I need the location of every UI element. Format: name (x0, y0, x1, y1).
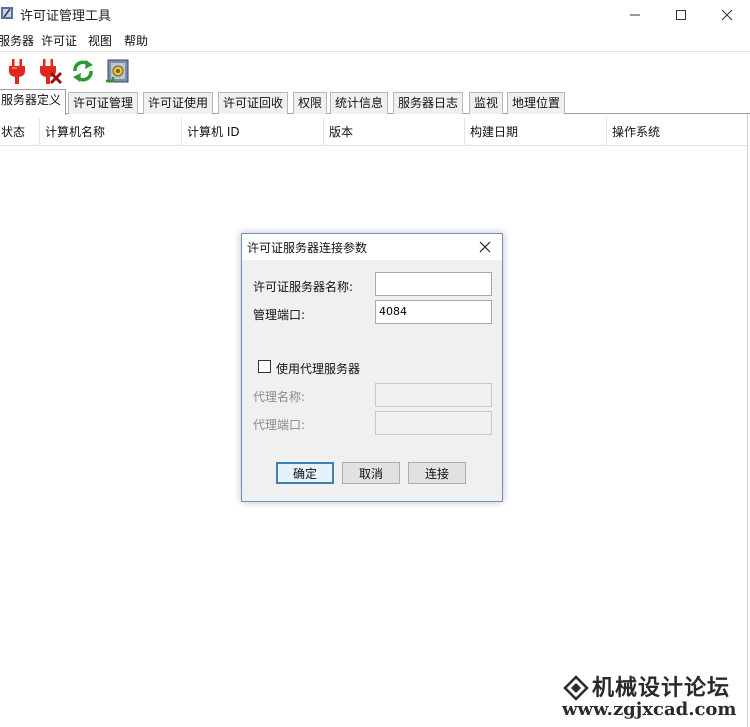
dialog-title-bar: 许可证服务器连接参数 (242, 234, 502, 260)
tab-license-recovery[interactable]: 许可证回收 (218, 92, 289, 114)
maximize-icon (676, 9, 686, 20)
connect-button[interactable] (2, 56, 32, 86)
refresh-icon (73, 60, 93, 82)
disconnect-plug-icon (40, 59, 63, 85)
tab-permissions[interactable]: 权限 (293, 92, 328, 114)
column-computer-name[interactable]: 计算机名称 (40, 118, 182, 146)
dialog-title: 许可证服务器连接参数 (247, 241, 368, 255)
proxy-port-label: 代理端口: (253, 418, 306, 432)
minimize-button[interactable] (612, 0, 658, 29)
column-build-date[interactable]: 构建日期 (465, 118, 607, 146)
port-input[interactable]: 4084 (375, 300, 492, 324)
tab-geo-location[interactable]: 地理位置 (507, 92, 566, 114)
proxy-name-input[interactable] (375, 383, 492, 407)
maximize-button[interactable] (658, 0, 704, 29)
tab-strip: 服务器定义 许可证管理 许可证使用 许可证回收 权限 统计信息 服务器日志 监视… (0, 89, 750, 115)
server-settings-button[interactable] (103, 56, 133, 86)
minimize-icon (630, 14, 640, 15)
column-status[interactable]: 状态 (0, 118, 40, 146)
proxy-name-label: 代理名称: (253, 390, 306, 404)
port-label: 管理端口: (253, 308, 306, 322)
use-proxy-label[interactable]: 使用代理服务器 (276, 360, 360, 377)
tab-server-log[interactable]: 服务器日志 (393, 92, 464, 114)
close-icon (479, 241, 491, 253)
column-computer-id[interactable]: 计算机 ID (182, 118, 324, 146)
window-title: 许可证管理工具 (20, 9, 112, 24)
menu-bar: 服务器 许可证 视图 帮助 (0, 29, 750, 51)
cancel-button[interactable]: 取消 (342, 462, 400, 484)
menu-license[interactable]: 许可证 (41, 32, 77, 49)
tab-license-management[interactable]: 许可证管理 (68, 92, 139, 114)
connection-dialog: 许可证服务器连接参数 许可证服务器名称: 管理端口: 4084 使用代理服务器 … (241, 233, 503, 502)
toolbar (0, 51, 750, 89)
server-name-label: 许可证服务器名称: (253, 280, 354, 294)
watermark: 机械设计论坛 www.zgjxcad.com (558, 668, 748, 724)
app-icon (1, 7, 13, 19)
menu-server[interactable]: 服务器 (0, 32, 34, 49)
menu-help[interactable]: 帮助 (124, 32, 148, 49)
window-close-button[interactable] (704, 0, 750, 29)
disconnect-button[interactable] (35, 56, 65, 86)
title-bar: 许可证管理工具 (0, 0, 750, 29)
watermark-title: 机械设计论坛 (592, 675, 731, 701)
tab-server-definition[interactable]: 服务器定义 (0, 89, 67, 115)
forum-logo-icon (563, 675, 589, 701)
window-edge (747, 114, 748, 727)
connect-plug-icon (9, 59, 25, 84)
tab-license-usage[interactable]: 许可证使用 (143, 92, 214, 114)
watermark-url: www.zgjxcad.com (562, 699, 737, 720)
refresh-button[interactable] (68, 56, 98, 86)
dialog-close-button[interactable] (474, 236, 496, 258)
menu-view[interactable]: 视图 (88, 32, 112, 49)
tab-monitor[interactable]: 监视 (469, 92, 504, 114)
tab-statistics[interactable]: 统计信息 (330, 92, 389, 114)
server-settings-icon (106, 59, 129, 83)
column-version[interactable]: 版本 (324, 118, 465, 146)
column-os[interactable]: 操作系统 (607, 118, 748, 146)
close-icon (721, 9, 733, 20)
use-proxy-checkbox[interactable] (258, 360, 271, 373)
server-name-input[interactable] (375, 272, 492, 296)
server-table-header: 状态 计算机名称 计算机 ID 版本 构建日期 操作系统 (0, 118, 748, 146)
connect-button[interactable]: 连接 (408, 462, 466, 484)
ok-button[interactable]: 确定 (276, 462, 334, 484)
proxy-port-input[interactable] (375, 411, 492, 435)
